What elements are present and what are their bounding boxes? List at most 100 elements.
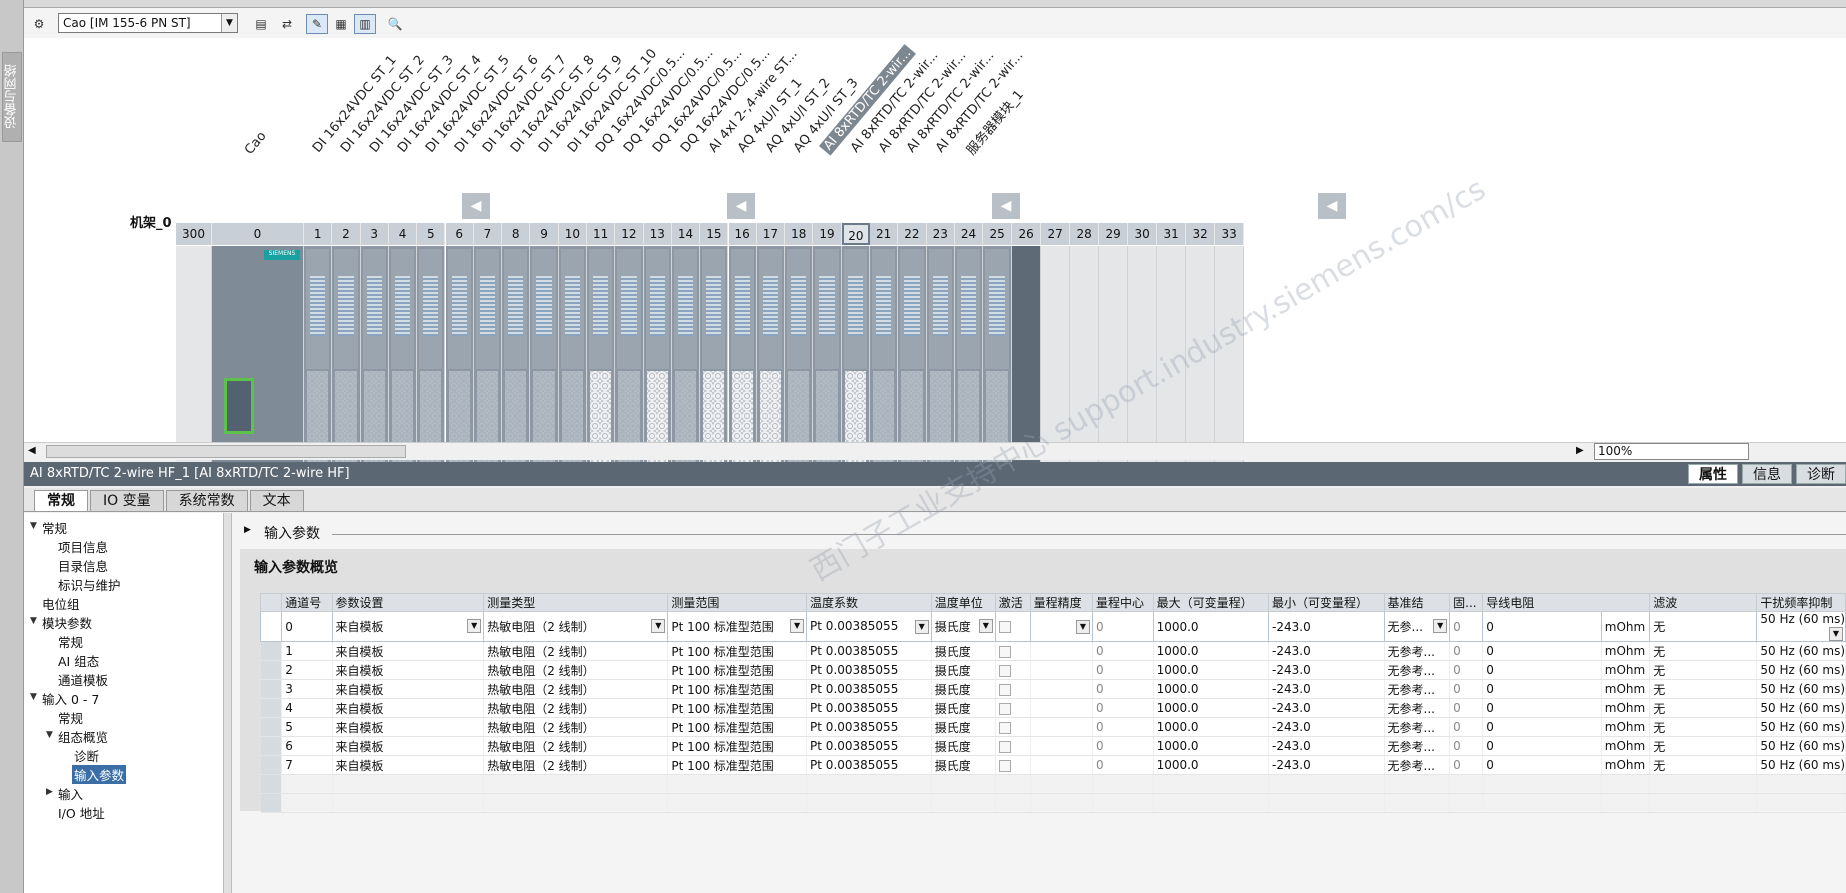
table-cell[interactable]: 50 Hz (60 ms) xyxy=(1756,755,1846,775)
scroll-left-icon[interactable]: ◀ xyxy=(28,445,36,456)
table-cell[interactable]: 热敏电阻（2 线制） ▼ xyxy=(483,611,669,642)
table-cell[interactable]: 1000.0 xyxy=(1153,717,1270,737)
table-cell[interactable]: 0 xyxy=(1449,698,1484,718)
module-slot[interactable] xyxy=(671,246,701,472)
table-cell[interactable] xyxy=(995,755,1031,775)
table-cell[interactable]: -243.0 xyxy=(1268,641,1385,661)
tab-io-tags[interactable]: IO 变量 xyxy=(90,490,164,511)
table-cell[interactable]: 0 xyxy=(1092,660,1154,680)
table-cell[interactable]: 来自模板 xyxy=(332,679,485,699)
table-cell[interactable]: mOhm xyxy=(1601,717,1651,737)
table-cell[interactable]: 无 xyxy=(1649,660,1758,680)
table-cell[interactable]: 无参考... xyxy=(1384,679,1451,699)
table-cell[interactable]: 0 xyxy=(1449,717,1484,737)
column-header[interactable]: 通道号 xyxy=(281,593,333,612)
table-cell[interactable]: 摄氏度 xyxy=(931,641,996,661)
expand-icon[interactable]: ▶ xyxy=(244,525,251,535)
table-cell[interactable]: mOhm xyxy=(1601,736,1651,756)
zoom-icon[interactable]: 🔍 xyxy=(384,14,406,34)
table-cell[interactable]: 0 xyxy=(1092,679,1154,699)
tree-item[interactable]: 输入 xyxy=(58,784,83,803)
tree-item[interactable]: 组态概览 xyxy=(58,727,108,746)
table-cell[interactable]: -243.0 xyxy=(1268,736,1385,756)
table-cell[interactable]: 0 xyxy=(1449,679,1484,699)
module-slot[interactable] xyxy=(332,246,361,472)
scroll-right-icon[interactable]: ▶ xyxy=(1576,445,1584,456)
empty-slot[interactable] xyxy=(1215,246,1245,472)
table-cell[interactable]: 无参考... xyxy=(1384,755,1451,775)
row-header[interactable] xyxy=(260,698,283,718)
table-cell[interactable]: 1000.0 xyxy=(1153,660,1270,680)
module-slot[interactable] xyxy=(926,246,955,472)
module-slot[interactable] xyxy=(870,246,899,472)
table-row[interactable]: 4 来自模板 热敏电阻（2 线制） Pt 100 标准型范围 Pt 0.00385055… xyxy=(260,698,1846,718)
tree-item-selected[interactable]: 输入参数 xyxy=(72,765,127,784)
table-cell[interactable]: 热敏电阻（2 线制） xyxy=(483,717,669,737)
table-cell[interactable]: 来自模板 ▼ xyxy=(331,611,485,642)
table-cell[interactable]: 来自模板 xyxy=(332,698,485,718)
table-cell[interactable] xyxy=(995,736,1031,756)
table-cell[interactable]: 0 xyxy=(1092,736,1154,756)
empty-slot[interactable] xyxy=(176,246,212,472)
table-cell[interactable]: 来自模板 xyxy=(332,736,485,756)
expand-icon[interactable]: ▼ xyxy=(46,730,53,740)
column-header[interactable]: 干扰频率抑制 xyxy=(1756,593,1846,612)
empty-slot[interactable] xyxy=(1186,246,1216,472)
chevron-down-icon[interactable]: ▼ xyxy=(1829,627,1843,641)
table-cell[interactable]: 50 Hz (60 ms) xyxy=(1756,717,1846,737)
table-cell[interactable]: 摄氏度 xyxy=(931,755,996,775)
table-cell[interactable]: 50 Hz (60 ms) xyxy=(1756,736,1846,756)
module-slot[interactable] xyxy=(587,246,616,472)
table-cell[interactable]: 7 xyxy=(281,755,333,775)
table-row[interactable]: 5 来自模板 热敏电阻（2 线制） Pt 100 标准型范围 Pt 0.00385055… xyxy=(260,717,1846,737)
table-cell[interactable] xyxy=(1030,755,1093,775)
table-cell[interactable]: -243.0 xyxy=(1268,698,1385,718)
column-header[interactable]: 滤波 xyxy=(1649,593,1758,612)
table-cell[interactable]: 无 xyxy=(1649,717,1758,737)
table-cell[interactable]: 0 xyxy=(1482,660,1602,680)
table-cell[interactable]: Pt 100 标准型范围 xyxy=(667,736,808,756)
table-cell[interactable]: 摄氏度 xyxy=(931,736,996,756)
table-cell[interactable]: Pt 0.00385055 xyxy=(806,660,932,680)
table-cell[interactable]: Pt 0.00385055 ▼ xyxy=(806,611,932,642)
activate-checkbox[interactable] xyxy=(998,740,1011,753)
module-slot[interactable] xyxy=(473,246,503,472)
module-slot[interactable]: SIEMENS xyxy=(212,246,304,472)
devices-networks-tab[interactable]: 设备与网络 xyxy=(2,52,22,142)
module-slot[interactable] xyxy=(502,246,531,472)
tab-general[interactable]: 常规 xyxy=(34,490,88,511)
row-header[interactable] xyxy=(260,641,283,661)
table-cell[interactable]: mOhm xyxy=(1601,755,1651,775)
table-row[interactable]: 7 来自模板 热敏电阻（2 线制） Pt 100 标准型范围 Pt 0.00385055… xyxy=(260,755,1846,775)
table-cell[interactable]: 无参考... xyxy=(1384,717,1451,737)
table-cell[interactable]: 摄氏度 ▼ xyxy=(930,611,996,642)
table-cell[interactable]: 0 xyxy=(1482,679,1602,699)
table-cell[interactable]: 0 xyxy=(1092,698,1154,718)
tree-item[interactable]: 常规 xyxy=(42,518,67,537)
table-cell[interactable] xyxy=(1030,660,1093,680)
column-header[interactable]: 温度单位 xyxy=(930,593,996,612)
empty-slot[interactable] xyxy=(1012,246,1042,472)
table-cell[interactable]: 热敏电阻（2 线制） xyxy=(483,660,669,680)
table-row[interactable]: 1 来自模板 热敏电阻（2 线制） Pt 100 标准型范围 Pt 0.00385055… xyxy=(260,641,1846,661)
chevron-down-icon[interactable]: ▼ xyxy=(978,619,993,633)
device-canvas[interactable]: 机架_0 Cao DI 16x24VDC ST_1 DI 16x24VDC ST_2… xyxy=(24,38,1846,472)
module-slot[interactable] xyxy=(785,246,814,472)
table-cell[interactable]: 热敏电阻（2 线制） xyxy=(483,679,669,699)
table-cell[interactable]: 摄氏度 xyxy=(931,679,996,699)
table-cell[interactable]: -243.0 xyxy=(1268,679,1385,699)
table-cell[interactable]: 1000.0 xyxy=(1153,679,1270,699)
column-header[interactable]: 导线电阻 xyxy=(1482,593,1651,612)
table-cell[interactable]: 1000.0 xyxy=(1153,641,1270,661)
table-cell[interactable]: 0 xyxy=(1482,641,1602,661)
tab-properties[interactable]: 属性 xyxy=(1688,464,1738,484)
collapse-left-icon[interactable]: ◀ xyxy=(992,193,1020,219)
row-header[interactable] xyxy=(260,660,283,680)
table-cell[interactable]: 热敏电阻（2 线制） xyxy=(483,698,669,718)
table-cell[interactable]: 0 xyxy=(1092,755,1154,775)
tree-item[interactable]: 目录信息 xyxy=(58,556,108,575)
rename-icon[interactable]: ⇄ xyxy=(276,14,298,34)
table-cell[interactable]: Pt 0.00385055 xyxy=(806,641,932,661)
row-header[interactable] xyxy=(260,679,283,699)
column-header[interactable]: 基准结 xyxy=(1383,593,1451,612)
